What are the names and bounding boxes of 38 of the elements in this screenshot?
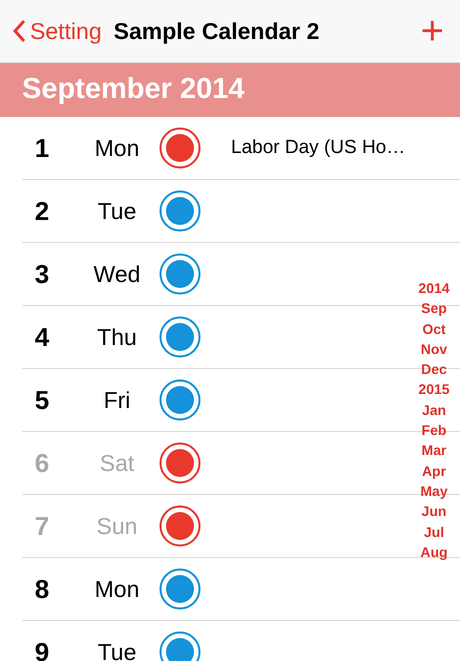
weekday-label: Sat <box>98 448 136 478</box>
index-entry[interactable]: 2015 <box>418 379 450 400</box>
weekday-label: Tue <box>96 196 138 226</box>
index-entry[interactable]: Sep <box>421 298 447 319</box>
weekday-label: Tue <box>96 638 138 661</box>
date-number: 5 <box>34 384 50 416</box>
index-entry[interactable]: Aug <box>420 542 448 562</box>
date-number: 1 <box>34 132 50 164</box>
index-entry[interactable]: Mar <box>422 440 446 461</box>
date-number: 9 <box>34 636 50 661</box>
date-number: 6 <box>34 446 50 480</box>
weekday-label: Mon <box>94 574 140 604</box>
index-entry[interactable]: Oct <box>422 318 446 339</box>
weekday-label: Fri <box>102 386 132 415</box>
date-number: 3 <box>34 258 50 290</box>
date-number: 4 <box>34 320 50 354</box>
index-entry[interactable]: Feb <box>422 420 446 440</box>
index-entry[interactable]: Nov <box>420 338 448 360</box>
date-number: 7 <box>34 510 50 542</box>
event-title[interactable]: Labor Day (US Ho… <box>231 134 406 162</box>
weekday-label: Sun <box>96 512 138 541</box>
index-entry[interactable]: 2014 <box>418 278 450 298</box>
index-entry[interactable]: Apr <box>422 460 446 481</box>
index-entry[interactable]: Jan <box>422 400 446 420</box>
index-entry[interactable]: May <box>420 480 448 502</box>
date-number: 8 <box>34 572 50 606</box>
back-chevron-icon <box>12 19 26 43</box>
index-entry[interactable]: Jun <box>422 501 446 522</box>
month-heading: September 2014 <box>22 72 244 108</box>
add-button[interactable]: + <box>420 11 444 51</box>
weekday-label: Thu <box>96 322 138 352</box>
weekday-label: Wed <box>92 260 142 289</box>
index-entry[interactable]: Jul <box>424 522 444 542</box>
calendar-title: Sample Calendar 2 <box>114 16 320 46</box>
weekday-label: Mon <box>94 134 140 163</box>
index-entry[interactable]: Dec <box>421 359 447 380</box>
back-button[interactable]: Setting <box>12 14 102 48</box>
date-number: 2 <box>34 194 50 228</box>
